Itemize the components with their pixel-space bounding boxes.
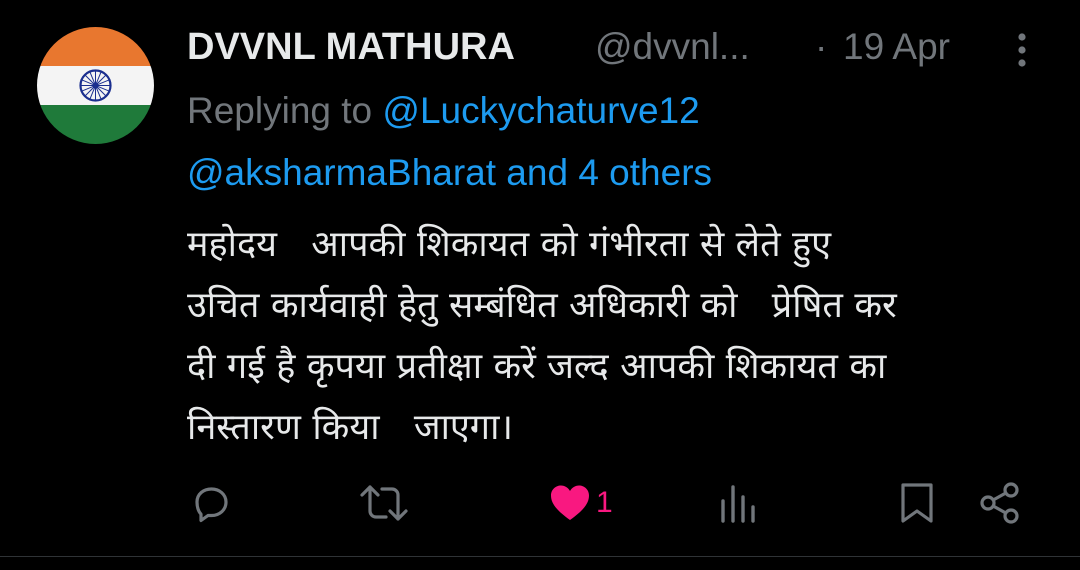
action-bar: 1 <box>0 475 1080 530</box>
more-vertical-icon[interactable] <box>1010 30 1034 70</box>
avatar[interactable] <box>37 27 154 144</box>
mention-link-others[interactable]: @aksharmaBharat and 4 others <box>187 152 712 193</box>
heart-icon <box>551 485 589 520</box>
display-name[interactable]: DVVNL MATHURA <box>187 24 515 70</box>
tweet-text-line: महोदय आपकी शिकायत को गंभीरता से लेते हुए <box>187 224 832 265</box>
reply-icon <box>195 486 228 522</box>
share-icon <box>980 481 1019 524</box>
bookmark-button[interactable] <box>899 475 935 530</box>
tweet-text-line: उचित कार्यवाही हेतु सम्बंधित अधिकारी को … <box>187 285 897 326</box>
tweet-text: महोदय आपकी शिकायत को गंभीरता से लेते हुए… <box>187 214 1047 458</box>
replying-prefix: Replying to <box>187 90 373 131</box>
replying-to-continued: @aksharmaBharat and 4 others <box>187 150 712 196</box>
share-button[interactable] <box>978 475 1022 530</box>
tweet-header: DVVNL MATHURA @dvvnl... · 19 Apr <box>187 24 1047 74</box>
india-flag-icon <box>37 27 154 144</box>
replying-to: Replying to @Luckychaturve12 <box>187 88 700 134</box>
tweet-text-line: दी गई है कृपया प्रतीक्षा करें जल्द आपकी … <box>187 346 887 387</box>
user-handle[interactable]: @dvvnl... <box>595 24 750 70</box>
mention-link[interactable]: @Luckychaturve12 <box>382 90 699 131</box>
like-button[interactable]: 1 <box>548 475 613 530</box>
retweet-button[interactable] <box>358 475 410 530</box>
divider <box>0 556 1080 557</box>
bookmark-icon <box>901 482 933 523</box>
tweet-text-line: निस्तारण किया जाएगा। <box>187 407 514 448</box>
reply-button[interactable] <box>189 475 233 530</box>
views-button[interactable] <box>719 475 757 530</box>
timestamp[interactable]: 19 Apr <box>843 24 950 70</box>
views-icon <box>721 484 755 523</box>
tweet[interactable]: DVVNL MATHURA @dvvnl... · 19 Apr Replyin… <box>0 0 1080 570</box>
retweet-icon <box>360 484 408 521</box>
separator-dot: · <box>815 26 828 67</box>
like-count: 1 <box>596 485 613 519</box>
